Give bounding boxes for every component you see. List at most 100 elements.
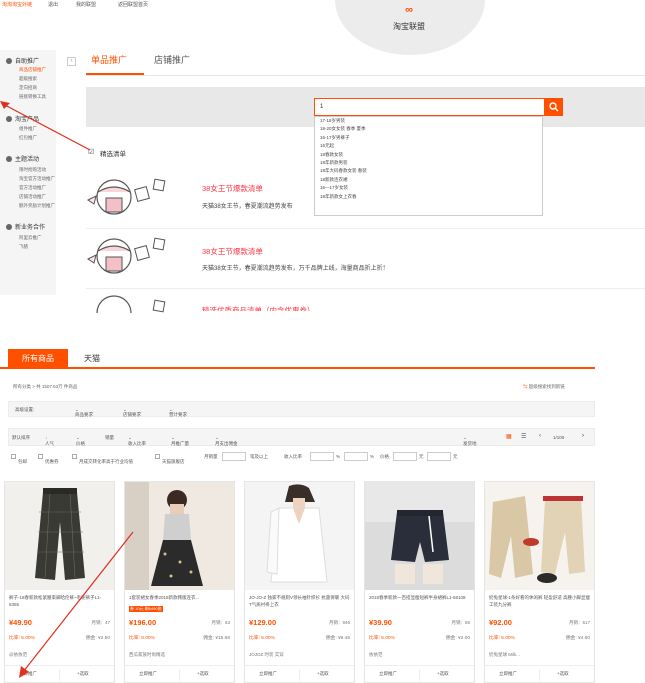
- screenshot-root: 淘淘淘宝外链 退出 我的联盟 返回联盟首页 ∞ 淘宝联盟 自助推广 商品店铺推广…: [0, 0, 645, 683]
- promote-button[interactable]: 立即推广: [259, 671, 277, 677]
- suggestion-item[interactable]: 18年大码春款女装 春装: [315, 167, 542, 175]
- suggestion-item[interactable]: 16-17岁男裤子: [315, 134, 542, 142]
- promote-button[interactable]: 立即推广: [379, 671, 397, 677]
- suggestion-item[interactable]: 16—17岁女装: [315, 184, 542, 192]
- sort-monthly-promo[interactable]: 月推广量 ⌄: [171, 435, 189, 446]
- suggestion-item[interactable]: 18年新款女上衣春: [315, 193, 542, 201]
- divider: [539, 669, 540, 681]
- tab-tmall[interactable]: 天猫: [84, 349, 100, 368]
- product-card[interactable]: 奶兔星球-1条好看的休闲裤 轻盈舒适 高腰小脚显瘦工装九分裤 ¥92.00 月销…: [484, 481, 595, 683]
- card-actions: 立即推广 +选取: [125, 665, 234, 683]
- filter-goods-req[interactable]: 商品要求 ⌄: [75, 407, 93, 417]
- product-card[interactable]: 1套装裙女春季2018新款韩版连衣... 券 10元 剩6490张 ¥196.0…: [124, 481, 235, 683]
- product-sales: 月销：63: [211, 620, 230, 625]
- divider: [86, 288, 645, 289]
- check-tmall-flagship[interactable]: 天猫旗舰店: [155, 454, 185, 464]
- top-site-link[interactable]: 淘淘淘宝外链: [2, 1, 32, 8]
- product-shop[interactable]: JOJOZ 时装 实穿: [249, 652, 284, 658]
- checkbox[interactable]: [155, 454, 160, 460]
- promote-button[interactable]: 立即推广: [139, 671, 157, 677]
- sort-sales[interactable]: 销量: [105, 435, 114, 441]
- suggestion-item[interactable]: 18-20女女装 春季 夏季: [315, 125, 542, 133]
- check-free-shipping[interactable]: 包邮: [11, 454, 27, 464]
- tabs-divider: [86, 75, 645, 76]
- sidebar-item-official2[interactable]: 官方活动推广: [19, 185, 46, 191]
- promo-title[interactable]: 38女王节爆款清单: [202, 183, 263, 194]
- sort-monthly-commission[interactable]: 月支出佣金 ⌄: [215, 435, 238, 446]
- sidebar-item-goods-shop[interactable]: 商品店铺推广: [19, 67, 46, 73]
- product-price: ¥92.00: [489, 618, 512, 627]
- filter-shop-req[interactable]: 店铺要求 ⌄: [123, 407, 141, 417]
- suggestion-item[interactable]: 17-18岁男装: [315, 117, 542, 125]
- product-rate: 比率: 5.00%: [369, 636, 395, 641]
- sidebar-item-official[interactable]: 淘宝官方活动推广: [19, 176, 55, 182]
- checkbox[interactable]: [72, 454, 77, 460]
- sort-income-rate[interactable]: 收入比率 ⌄: [128, 435, 146, 446]
- check-conversion[interactable]: 月成交转化率高于行业均值: [72, 454, 133, 464]
- product-image[interactable]: [125, 482, 234, 590]
- grid-view-icon[interactable]: ▦: [506, 433, 512, 440]
- ship-from-select[interactable]: 发货地 ⌄: [463, 435, 477, 446]
- my-union-link[interactable]: 我的联盟: [76, 1, 96, 8]
- price-max-input[interactable]: [427, 452, 451, 461]
- promo-title[interactable]: 精选优质商品清单（内含优惠券）: [202, 305, 315, 311]
- checkbox[interactable]: [11, 454, 16, 460]
- promote-button[interactable]: 立即推广: [499, 671, 517, 677]
- featured-list-title: 精选清单: [100, 151, 126, 158]
- suggestion-item[interactable]: 18春款女装: [315, 151, 542, 159]
- tab-shop-promo[interactable]: 店铺推广: [154, 53, 190, 66]
- product-shop[interactable]: 奶兔星球 Milk...: [489, 652, 520, 658]
- pick-button[interactable]: +选取: [437, 671, 449, 677]
- next-page-icon[interactable]: ›: [582, 433, 584, 439]
- tab-single-goods[interactable]: 单品推广: [91, 53, 127, 66]
- rate-max-input[interactable]: [344, 452, 368, 461]
- sidebar-item-shop-activity[interactable]: 店铺活动推广: [19, 194, 46, 200]
- product-title[interactable]: 2018春季新款一百搭显瘦短裤半身裙裤L1-68108: [369, 594, 471, 608]
- tab-all-products[interactable]: 所有商品: [8, 349, 68, 368]
- sidebar-group-self-promo[interactable]: 自助推广: [6, 56, 39, 65]
- product-card[interactable]: 2018春季新款一百搭显瘦短裤半身裙裤L1-68108 ¥39.90 月销：65…: [364, 481, 475, 683]
- yuan-label: 元: [453, 454, 458, 459]
- sidebar-item-targeted[interactable]: 定向招商: [19, 85, 37, 91]
- filter-other-req[interactable]: 营计要求 ⌄: [169, 407, 187, 417]
- sidebar-item-flash[interactable]: 限时抢购活动: [19, 167, 46, 173]
- card-actions: 立即推广 +选取: [365, 665, 474, 683]
- back-home-link[interactable]: 返回联盟首页: [118, 1, 148, 8]
- list-view-icon[interactable]: ☰: [521, 433, 526, 440]
- sidebar-item-extra-reward[interactable]: 额外奖励计划推广: [19, 203, 55, 209]
- product-card[interactable]: JO-JO-Z 独家不规则V领长袖针织衫 抗菌保暖 大码T气质衬褂上衣 ¥129…: [244, 481, 355, 683]
- sidebar-item-fliggy[interactable]: 飞猪: [19, 244, 28, 250]
- sidebar-item-aliyun[interactable]: 阿里云推广: [19, 235, 42, 241]
- check-coupon[interactable]: 优惠券: [38, 454, 59, 464]
- product-shop[interactable]: 依依范: [369, 652, 383, 658]
- search-input[interactable]: 1: [314, 98, 545, 116]
- logout-link[interactable]: 退出: [48, 1, 58, 8]
- pick-button[interactable]: +选取: [557, 671, 569, 677]
- sidebar-group-new-biz[interactable]: 新业务合作: [6, 222, 45, 231]
- sidebar-collapse-button[interactable]: ‹: [67, 57, 76, 66]
- search-button[interactable]: [545, 98, 563, 116]
- suggestion-item[interactable]: 18新款连衣裙: [315, 176, 542, 184]
- price-min-input[interactable]: [393, 452, 417, 461]
- advanced-search-link[interactable]: ⇆ 超级搜索找到新链: [523, 384, 565, 390]
- sort-popularity[interactable]: 人气 ↓: [45, 435, 54, 446]
- pick-button[interactable]: +选取: [197, 671, 209, 677]
- promo-subtitle: 天猫38女王节，春夏潮流趋势发布，万千品牌上线，海量商品折上折！: [202, 266, 389, 272]
- sort-price[interactable]: 价格 ⌄: [76, 435, 85, 446]
- prev-page-icon[interactable]: ‹: [539, 433, 541, 439]
- rate-min-input[interactable]: [310, 452, 334, 461]
- product-commission: 佣金: ¥15.68: [203, 636, 230, 641]
- sidebar-item-super-search[interactable]: 超级搜索: [19, 76, 37, 82]
- suggestion-item[interactable]: 16元起: [315, 142, 542, 150]
- pick-button[interactable]: +选取: [317, 671, 329, 677]
- product-image[interactable]: [485, 482, 594, 590]
- checkbox[interactable]: [38, 454, 43, 460]
- product-title[interactable]: 奶兔星球-1条好看的休闲裤 轻盈舒适 高腰小脚显瘦工装九分裤: [489, 594, 591, 608]
- product-image[interactable]: [365, 482, 474, 590]
- suggestion-item[interactable]: 18年新款男装: [315, 159, 542, 167]
- sort-default[interactable]: 默认排序: [12, 435, 30, 441]
- monthly-sales-input[interactable]: [222, 452, 246, 461]
- product-image[interactable]: [245, 482, 354, 590]
- promo-title[interactable]: 38女王节爆款清单: [202, 246, 263, 257]
- product-title[interactable]: JO-JO-Z 独家不规则V领长袖针织衫 抗菌保暖 大码T气质衬褂上衣: [249, 594, 351, 608]
